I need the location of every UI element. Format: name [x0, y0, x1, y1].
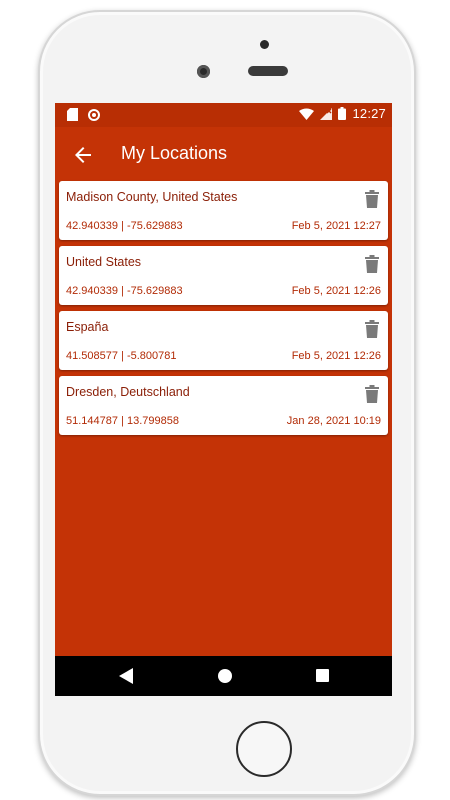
battery-icon — [338, 107, 347, 120]
sd-card-icon — [67, 108, 78, 121]
locations-list: Madison County, United States 42.940339 … — [59, 181, 388, 441]
location-date: Feb 5, 2021 12:26 — [291, 350, 381, 362]
status-bar: 12:27 — [55, 103, 392, 127]
navigation-bar — [55, 656, 392, 696]
location-date: Feb 5, 2021 12:26 — [291, 285, 381, 297]
front-camera — [197, 65, 210, 78]
app-bar: My Locations — [55, 127, 392, 183]
trash-icon[interactable] — [365, 385, 379, 403]
nav-recents-icon[interactable] — [316, 669, 329, 682]
trash-icon[interactable] — [365, 320, 379, 338]
location-name: United States — [66, 255, 142, 269]
arrow-left-icon[interactable] — [71, 143, 95, 167]
location-name: Dresden, Deutschland — [66, 385, 190, 399]
location-date: Jan 28, 2021 10:19 — [286, 415, 381, 427]
location-coords: 51.144787 | 13.799858 — [66, 415, 179, 427]
location-date: Feb 5, 2021 12:27 — [291, 220, 381, 232]
speaker-dot — [260, 40, 269, 49]
location-coords: 42.940339 | -75.629883 — [66, 220, 183, 232]
trash-icon[interactable] — [365, 255, 379, 273]
home-button[interactable] — [236, 721, 292, 777]
location-name: Madison County, United States — [66, 190, 238, 204]
wifi-icon — [299, 108, 315, 120]
location-card[interactable]: Madison County, United States 42.940339 … — [59, 181, 388, 240]
location-coords: 42.940339 | -75.629883 — [66, 285, 183, 297]
earpiece-slot — [248, 66, 288, 76]
screen: 12:27 My Locations Madison County, Unite… — [55, 103, 392, 696]
record-icon — [88, 108, 100, 121]
trash-icon[interactable] — [365, 190, 379, 208]
nav-back-icon[interactable] — [119, 668, 133, 684]
nav-home-icon[interactable] — [218, 669, 232, 683]
page-title: My Locations — [121, 143, 228, 163]
location-card[interactable]: United States 42.940339 | -75.629883 Feb… — [59, 246, 388, 305]
location-name: España — [66, 320, 109, 334]
no-signal-icon — [320, 107, 333, 120]
location-coords: 41.508577 | -5.800781 — [66, 350, 177, 362]
location-card[interactable]: Dresden, Deutschland 51.144787 | 13.7998… — [59, 376, 388, 435]
location-card[interactable]: España 41.508577 | -5.800781 Feb 5, 2021… — [59, 311, 388, 370]
status-time: 12:27 — [352, 106, 386, 121]
